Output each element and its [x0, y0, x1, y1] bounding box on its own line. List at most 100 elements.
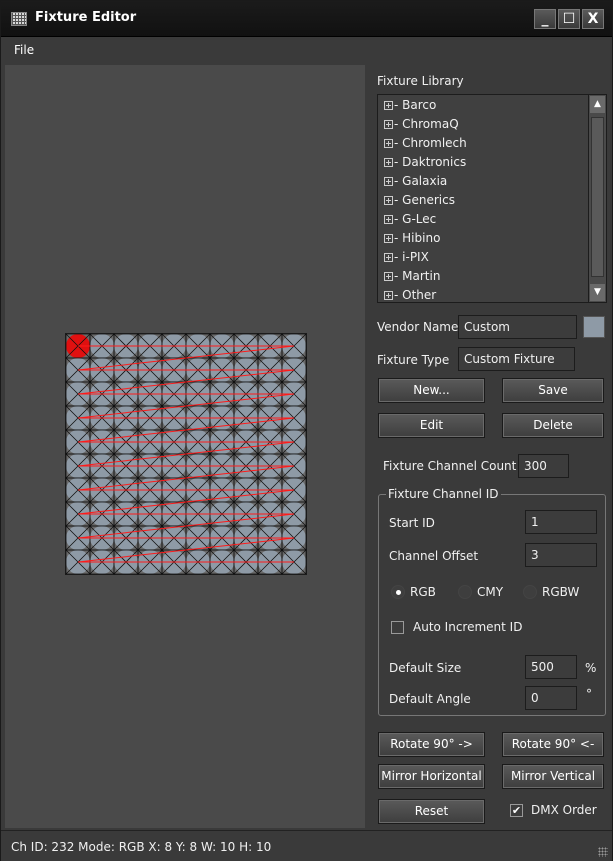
title-bar[interactable]: Fixture Editor _ ☐ X	[1, 1, 612, 37]
menu-file[interactable]: File	[14, 43, 34, 57]
rgbw-radio[interactable]	[523, 585, 537, 599]
library-item-label[interactable]: i-PIX	[402, 250, 429, 264]
color-swatch[interactable]	[583, 316, 605, 338]
tree-connector: -	[394, 117, 403, 131]
dmx-order-checkbox[interactable]: ✔	[510, 804, 523, 817]
rgb-radio[interactable]	[391, 585, 405, 599]
rotate-cw-button[interactable]: Rotate 90° ->	[378, 732, 485, 757]
expand-plus-icon[interactable]	[384, 177, 393, 186]
expand-plus-icon[interactable]	[384, 253, 393, 262]
size-unit: %	[585, 661, 597, 675]
rgbw-label[interactable]: RGBW	[542, 585, 579, 599]
start-id-label: Start ID	[389, 516, 435, 530]
expand-plus-icon[interactable]	[384, 139, 393, 148]
fixture-type-label: Fixture Type	[377, 353, 450, 367]
auto-increment-checkbox[interactable]	[391, 621, 404, 634]
expand-plus-icon[interactable]	[384, 120, 393, 129]
cmy-radio[interactable]	[458, 585, 472, 599]
library-item-label[interactable]: Barco	[402, 98, 436, 112]
tree-connector: -	[394, 136, 403, 150]
library-scrollbar[interactable]: ▲ ▼	[588, 95, 606, 302]
cmy-label[interactable]: CMY	[477, 585, 503, 599]
tree-connector: -	[394, 98, 403, 112]
library-item-label[interactable]: Other	[402, 288, 436, 302]
channel-id-group-title: Fixture Channel ID	[386, 487, 501, 501]
expand-plus-icon[interactable]	[384, 291, 393, 300]
auto-increment-label[interactable]: Auto Increment ID	[413, 620, 522, 634]
tree-connector: -	[394, 250, 403, 264]
library-item[interactable]: - ChromaQ	[384, 117, 459, 135]
library-item[interactable]: - Generics	[384, 193, 455, 211]
fixture-grid-svg[interactable]	[64, 332, 308, 576]
library-item[interactable]: - Other	[384, 288, 436, 302]
library-item[interactable]: - Martin	[384, 269, 440, 287]
library-item-label[interactable]: Generics	[402, 193, 455, 207]
app-grid-icon	[11, 12, 27, 26]
scroll-thumb[interactable]	[591, 117, 604, 277]
tree-connector: -	[394, 212, 403, 226]
rotate-ccw-button[interactable]: Rotate 90° <-	[502, 732, 604, 757]
library-item-label[interactable]: G-Lec	[402, 212, 436, 226]
channel-offset-field[interactable]: 3	[525, 543, 597, 567]
minimize-button[interactable]: _	[534, 9, 556, 29]
vendor-name-label: Vendor Name	[377, 320, 459, 334]
library-item[interactable]: - Barco	[384, 98, 436, 116]
library-item[interactable]: - G-Lec	[384, 212, 436, 230]
resize-grip-icon[interactable]	[598, 847, 608, 857]
expand-plus-icon[interactable]	[384, 215, 393, 224]
library-item-label[interactable]: Martin	[402, 269, 440, 283]
library-item-label[interactable]: Daktronics	[402, 155, 466, 169]
edit-button[interactable]: Edit	[378, 413, 485, 438]
default-size-field[interactable]: 500	[525, 655, 577, 679]
properties-panel: Fixture Library - Barco - ChromaQ - Chroml…	[367, 65, 611, 828]
library-item[interactable]: - Chromlech	[384, 136, 467, 154]
close-button[interactable]: X	[582, 9, 604, 29]
library-item-label[interactable]: Galaxia	[402, 174, 447, 188]
new-button[interactable]: New...	[378, 378, 485, 403]
expand-plus-icon[interactable]	[384, 272, 393, 281]
status-bar: Ch ID: 232 Mode: RGB X: 8 Y: 8 W: 10 H: …	[1, 830, 612, 861]
default-angle-label: Default Angle	[389, 692, 471, 706]
window-title: Fixture Editor	[35, 10, 137, 25]
mirror-horizontal-button[interactable]: Mirror Horizontal	[378, 764, 485, 789]
library-item[interactable]: - Galaxia	[384, 174, 447, 192]
tree-connector: -	[394, 155, 403, 169]
status-text: Ch ID: 232 Mode: RGB X: 8 Y: 8 W: 10 H: …	[11, 840, 272, 854]
channel-id-group: Fixture Channel ID Start ID 1 Channel Of…	[378, 487, 606, 716]
angle-unit: °	[586, 687, 592, 701]
expand-plus-icon[interactable]	[384, 234, 393, 243]
tree-connector: -	[394, 269, 403, 283]
reset-button[interactable]: Reset	[378, 799, 485, 824]
dmx-order-label[interactable]: DMX Order	[531, 803, 597, 817]
fixture-type-field[interactable]: Custom Fixture	[458, 347, 575, 371]
channel-offset-label: Channel Offset	[389, 549, 479, 563]
fixture-editor-window: Fixture Editor _ ☐ X File Fixture Librar…	[0, 0, 613, 861]
library-item-label[interactable]: ChromaQ	[402, 117, 458, 131]
mirror-vertical-button[interactable]: Mirror Vertical	[502, 764, 604, 789]
delete-button[interactable]: Delete	[502, 413, 604, 438]
library-item-label[interactable]: Chromlech	[402, 136, 467, 150]
maximize-button[interactable]: ☐	[558, 9, 580, 29]
expand-plus-icon[interactable]	[384, 158, 393, 167]
expand-plus-icon[interactable]	[384, 101, 393, 110]
vendor-name-field[interactable]: Custom	[458, 315, 577, 339]
fixture-library-tree[interactable]: - Barco - ChromaQ - Chromlech - Daktronics -…	[377, 94, 607, 303]
channel-count-label: Fixture Channel Count	[383, 459, 517, 473]
library-item[interactable]: - Daktronics	[384, 155, 466, 173]
save-button[interactable]: Save	[502, 378, 604, 403]
fixture-canvas[interactable]	[5, 65, 365, 828]
default-angle-field[interactable]: 0	[525, 686, 577, 710]
fixture-grid[interactable]	[64, 332, 308, 578]
tree-connector: -	[394, 231, 403, 245]
scroll-down-icon[interactable]: ▼	[590, 284, 605, 301]
expand-plus-icon[interactable]	[384, 196, 393, 205]
default-size-label: Default Size	[389, 661, 462, 675]
tree-connector: -	[394, 288, 403, 302]
library-item-label[interactable]: Hibino	[402, 231, 440, 245]
library-item[interactable]: - Hibino	[384, 231, 440, 249]
rgb-label[interactable]: RGB	[410, 585, 436, 599]
channel-count-field[interactable]: 300	[518, 454, 569, 478]
scroll-up-icon[interactable]: ▲	[590, 96, 605, 113]
library-item[interactable]: - i-PIX	[384, 250, 429, 268]
start-id-field[interactable]: 1	[525, 510, 597, 534]
